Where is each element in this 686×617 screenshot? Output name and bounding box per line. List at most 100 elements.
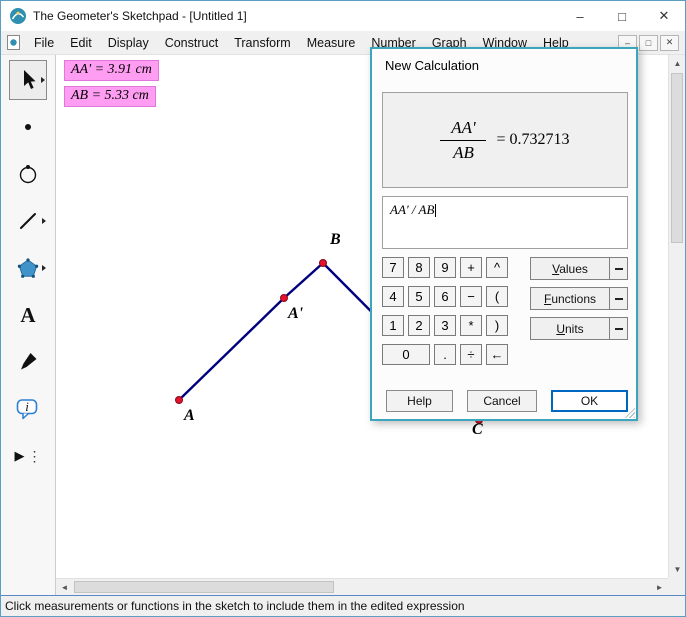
keypad-key-0[interactable]: 0 (382, 344, 430, 365)
mdi-close-button[interactable]: ✕ (660, 34, 679, 51)
keypad-key-−[interactable]: − (460, 286, 482, 307)
units-dropdown-button[interactable]: Units (530, 317, 628, 340)
horizontal-scroll-thumb[interactable] (74, 581, 334, 593)
keypad-key-4[interactable]: 4 (382, 286, 404, 307)
selection-arrow-tool[interactable] (9, 60, 47, 100)
maximize-button[interactable]: □ (601, 1, 643, 31)
dropdown-label: Functions (543, 291, 597, 306)
point-A-prime[interactable] (280, 294, 288, 302)
point-label-A[interactable]: A (184, 407, 195, 425)
custom-tool[interactable]: ▶ ⋮ (9, 436, 47, 476)
status-bar: Click measurements or functions in the s… (1, 595, 685, 616)
scroll-right-icon[interactable]: ► (651, 579, 668, 596)
keypad-key-2[interactable]: 2 (408, 315, 430, 336)
scroll-up-icon[interactable]: ▲ (669, 55, 685, 72)
flyout-arrow-icon (42, 265, 46, 271)
keypad-key-.[interactable]: . (434, 344, 456, 365)
help-button[interactable]: Help (386, 390, 453, 412)
scroll-down-icon[interactable]: ▼ (669, 561, 685, 578)
keypad-key-1[interactable]: 1 (382, 315, 404, 336)
dropdown-dash-icon (609, 288, 627, 309)
polygon-tool[interactable] (9, 248, 47, 288)
app-logo-icon (9, 7, 27, 25)
menu-item-transform[interactable]: Transform (226, 33, 299, 53)
fraction: AA' AB (440, 118, 487, 163)
keypad-key-7[interactable]: 7 (382, 257, 404, 278)
keypad-key-3[interactable]: 3 (434, 315, 456, 336)
expression-text: AA' / AB (390, 202, 435, 217)
horizontal-scrollbar[interactable]: ◄ ► (56, 578, 668, 595)
keypad-key-([interactable]: ( (486, 286, 508, 307)
marker-tool[interactable] (9, 342, 47, 382)
dropdown-dash-icon (609, 258, 627, 279)
scroll-left-icon[interactable]: ◄ (56, 579, 73, 596)
custom-tool-icon: ▶ ⋮ (14, 447, 42, 464)
keypad-key-*[interactable]: * (460, 315, 482, 336)
arrow-cursor-icon (24, 70, 36, 89)
information-tool[interactable]: i (9, 389, 47, 429)
point-A[interactable] (175, 396, 183, 404)
fraction-bar (440, 139, 487, 141)
menu-item-measure[interactable]: Measure (299, 33, 364, 53)
marker-pen-icon (21, 353, 37, 370)
dropdown-label: Values (552, 261, 588, 276)
new-calculation-dialog: New Calculation AA' AB = 0.732713 AA' / … (370, 47, 638, 421)
dropdown-label: Units (556, 321, 584, 336)
text-tool[interactable]: A (9, 295, 47, 335)
letter-A-icon: A (20, 302, 36, 327)
keypad-key-^[interactable]: ^ (486, 257, 508, 278)
compass-tool[interactable] (9, 154, 47, 194)
circle-icon (19, 165, 37, 184)
segment-Aprime-B[interactable] (283, 262, 324, 299)
menu-item-edit[interactable]: Edit (62, 33, 100, 53)
keypad-key-6[interactable]: 6 (434, 286, 456, 307)
expression-input[interactable]: AA' / AB (382, 196, 628, 249)
window-title: The Geometer's Sketchpad - [Untitled 1] (33, 9, 247, 23)
segment-A-Aprime[interactable] (178, 297, 285, 401)
vertical-scroll-thumb[interactable] (671, 73, 683, 243)
status-text: Click measurements or functions in the s… (5, 599, 465, 613)
dialog-title: New Calculation (385, 58, 479, 73)
dropdown-dash-icon (609, 318, 627, 339)
point-label-B[interactable]: B (330, 231, 341, 249)
segment-icon (20, 213, 36, 229)
keypad-key-+[interactable]: + (460, 257, 482, 278)
close-button[interactable]: ✕ (643, 1, 685, 31)
keypad-key-÷[interactable]: ÷ (460, 344, 482, 365)
menu-item-file[interactable]: File (26, 33, 62, 53)
mdi-restore-button[interactable]: □ (639, 34, 658, 51)
text-caret-icon (435, 204, 437, 217)
point-icon (25, 124, 31, 130)
svg-text:i: i (25, 399, 29, 414)
point-tool[interactable] (9, 107, 47, 147)
measurement-AB[interactable]: AB = 5.33 cm (64, 86, 156, 107)
dropdown-buttons: Values Functions Units (530, 257, 628, 347)
app-window: The Geometer's Sketchpad - [Untitled 1] … (0, 0, 686, 617)
ok-button[interactable]: OK (551, 390, 628, 412)
document-icon (7, 35, 20, 50)
titlebar: The Geometer's Sketchpad - [Untitled 1] … (1, 1, 685, 31)
keypad-key-←[interactable]: ← (486, 344, 508, 365)
keypad-key-8[interactable]: 8 (408, 257, 430, 278)
point-B[interactable] (319, 259, 327, 267)
menu-item-display[interactable]: Display (100, 33, 157, 53)
keypad-key-)[interactable]: ) (486, 315, 508, 336)
minimize-button[interactable]: – (559, 1, 601, 31)
keypad-key-5[interactable]: 5 (408, 286, 430, 307)
flyout-arrow-icon (42, 218, 46, 224)
values-dropdown-button[interactable]: Values (530, 257, 628, 280)
point-label-A-prime[interactable]: A' (288, 305, 303, 323)
functions-dropdown-button[interactable]: Functions (530, 287, 628, 310)
keypad-key-9[interactable]: 9 (434, 257, 456, 278)
point-label-C[interactable]: C (472, 421, 483, 439)
straightedge-tool[interactable] (9, 201, 47, 241)
cancel-button[interactable]: Cancel (467, 390, 537, 412)
calculator-keypad: 7 8 9 + ^ 4 5 6−(1 2 3 *) 0. ÷ ← (382, 257, 508, 365)
vertical-scrollbar[interactable]: ▲ ▼ (668, 55, 685, 578)
info-bubble-icon: i (16, 399, 38, 419)
fraction-denominator: AB (453, 142, 474, 162)
menu-item-construct[interactable]: Construct (157, 33, 227, 53)
measurement-AA-prime[interactable]: AA' = 3.91 cm (64, 60, 159, 81)
calculation-result: = 0.732713 (496, 131, 570, 148)
flyout-arrow-icon (41, 77, 45, 83)
